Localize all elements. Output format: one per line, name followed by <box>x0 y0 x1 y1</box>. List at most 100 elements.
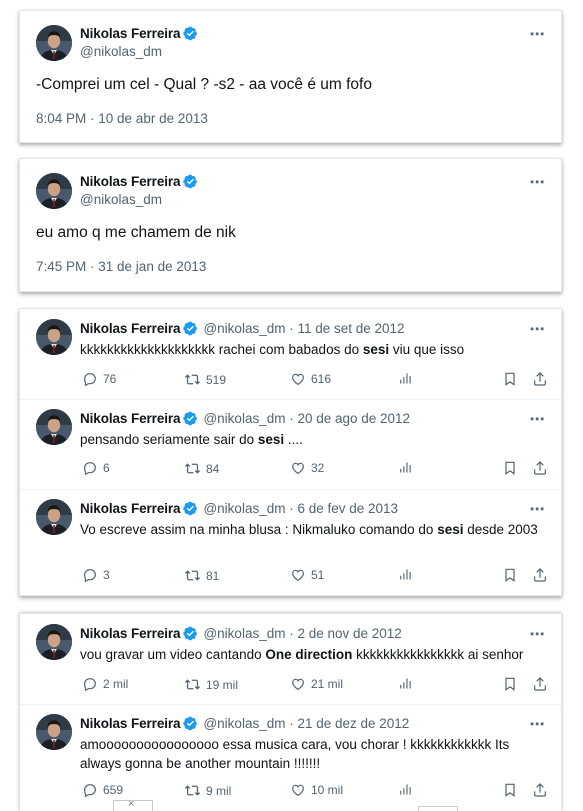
tweet-card[interactable]: Nikolas Ferreira @nikolas_dm ⋯ eu amo q … <box>19 158 562 292</box>
reply-button[interactable]: 76 <box>82 371 116 387</box>
share-icon <box>532 371 548 387</box>
timeline-tweet[interactable]: Nikolas Ferreira @nikolas_dm · 6 de fev … <box>20 489 561 597</box>
timeline-tweet[interactable]: Nikolas Ferreira @nikolas_dm · 2 de nov … <box>20 614 561 704</box>
author-handle[interactable]: @nikolas_dm <box>80 44 162 59</box>
tweet-card[interactable]: Nikolas Ferreira @nikolas_dm ⋯ -Comprei … <box>19 10 562 143</box>
like-count: 32 <box>311 461 325 475</box>
avatar[interactable] <box>36 624 72 660</box>
author-name[interactable]: Nikolas Ferreira <box>80 501 181 516</box>
author-handle[interactable]: @nikolas_dm <box>80 192 162 207</box>
reply-count: 6 <box>103 461 110 475</box>
bookmark-button[interactable] <box>502 782 523 798</box>
author-name[interactable]: Nikolas Ferreira <box>80 716 181 731</box>
share-button[interactable] <box>532 371 553 387</box>
bookmark-button[interactable] <box>502 460 523 476</box>
views-button[interactable] <box>398 567 418 582</box>
like-button[interactable]: 10 mil <box>290 782 343 798</box>
retweet-button[interactable]: 9 mil <box>184 782 231 799</box>
timeline-tweet[interactable]: Nikolas Ferreira @nikolas_dm · 20 de ago… <box>20 399 561 489</box>
bookmark-button[interactable] <box>502 676 523 692</box>
heart-icon <box>290 676 306 692</box>
avatar[interactable] <box>36 319 72 355</box>
tweet-actions: 6 84 32 <box>80 460 550 478</box>
author-name[interactable]: Nikolas Ferreira <box>80 26 181 41</box>
like-count: 51 <box>311 568 325 582</box>
reply-icon <box>82 460 98 476</box>
avatar[interactable] <box>36 409 72 445</box>
author-row: Nikolas Ferreira <box>80 174 198 189</box>
tweet-text: vou gravar um video cantando One directi… <box>80 647 524 662</box>
bookmark-button[interactable] <box>502 567 523 583</box>
avatar[interactable] <box>36 714 72 750</box>
share-button[interactable] <box>532 567 553 583</box>
bookmark-button[interactable] <box>502 371 523 387</box>
views-button[interactable] <box>398 676 418 691</box>
share-button[interactable] <box>532 676 553 692</box>
tweet-actions: 2 mil 19 mil 21 mil <box>80 676 550 694</box>
like-button[interactable]: 21 mil <box>290 676 343 692</box>
like-button[interactable]: 616 <box>290 371 331 387</box>
reply-button[interactable]: 2 mil <box>82 676 128 692</box>
like-button[interactable]: 32 <box>290 460 324 476</box>
views-icon <box>398 567 413 582</box>
tweet-text: pensando seriamente sair do sesi .... <box>80 432 303 447</box>
more-options-icon[interactable]: ⋯ <box>530 625 546 643</box>
more-options-icon[interactable]: ⋯ <box>530 500 546 518</box>
tweet-actions: 3 81 51 <box>80 567 550 585</box>
retweet-button[interactable]: 84 <box>184 460 219 477</box>
more-options-icon[interactable]: ⋯ <box>530 410 546 428</box>
verified-badge-icon <box>183 626 198 641</box>
overlay-tab[interactable] <box>418 806 458 811</box>
share-icon <box>532 676 548 692</box>
reply-button[interactable]: 3 <box>82 567 110 583</box>
views-button[interactable] <box>398 460 418 475</box>
retweet-button[interactable]: 81 <box>184 567 219 584</box>
handle-and-date[interactable]: @nikolas_dm · 21 de dez de 2012 <box>203 716 409 731</box>
timeline-tweet[interactable]: Nikolas Ferreira @nikolas_dm · 21 de dez… <box>20 704 561 811</box>
reply-button[interactable]: 659 <box>82 782 123 798</box>
share-icon <box>532 460 548 476</box>
more-options-icon[interactable]: ⋯ <box>530 173 546 191</box>
avatar[interactable] <box>36 173 72 209</box>
tweet-timestamp[interactable]: 8:04 PM · 10 de abr de 2013 <box>36 111 208 126</box>
handle-and-date[interactable]: @nikolas_dm · 2 de nov de 2012 <box>203 626 401 641</box>
reply-icon <box>82 782 98 798</box>
more-options-icon[interactable]: ⋯ <box>530 25 546 43</box>
retweet-button[interactable]: 19 mil <box>184 676 238 693</box>
share-icon <box>532 567 548 583</box>
tweet-header: Nikolas Ferreira @nikolas_dm · 6 de fev … <box>80 501 398 516</box>
author-name[interactable]: Nikolas Ferreira <box>80 174 181 189</box>
author-name[interactable]: Nikolas Ferreira <box>80 626 181 641</box>
like-count: 21 mil <box>311 677 344 691</box>
avatar[interactable] <box>36 499 72 535</box>
tweet-timestamp[interactable]: 7:45 PM · 31 de jan de 2013 <box>36 259 206 274</box>
reply-count: 659 <box>103 783 124 797</box>
reply-icon <box>82 567 98 583</box>
author-name[interactable]: Nikolas Ferreira <box>80 321 181 336</box>
share-button[interactable] <box>532 782 553 798</box>
retweet-button[interactable]: 519 <box>184 371 226 388</box>
handle-and-date[interactable]: @nikolas_dm · 11 de set de 2012 <box>203 321 404 336</box>
close-icon[interactable]: × <box>128 798 134 810</box>
author-name[interactable]: Nikolas Ferreira <box>80 411 181 426</box>
views-button[interactable] <box>398 371 418 386</box>
share-button[interactable] <box>532 460 553 476</box>
verified-badge-icon <box>183 501 198 516</box>
timeline-card: Nikolas Ferreira @nikolas_dm · 11 de set… <box>19 308 562 596</box>
timeline-tweet[interactable]: Nikolas Ferreira @nikolas_dm · 11 de set… <box>20 309 561 399</box>
tweet-text: eu amo q me chamem de nik <box>36 224 236 241</box>
collapse-tab[interactable]: × <box>113 798 153 811</box>
handle-and-date[interactable]: @nikolas_dm · 20 de ago de 2012 <box>203 411 410 426</box>
avatar[interactable] <box>36 25 72 61</box>
reply-button[interactable]: 6 <box>82 460 110 476</box>
retweet-icon <box>184 371 201 388</box>
like-button[interactable]: 51 <box>290 567 324 583</box>
views-button[interactable] <box>398 782 418 797</box>
handle-and-date[interactable]: @nikolas_dm · 6 de fev de 2013 <box>203 501 398 516</box>
more-options-icon[interactable]: ⋯ <box>530 715 546 733</box>
more-options-icon[interactable]: ⋯ <box>530 320 546 338</box>
tweet-actions: 659 9 mil 10 mil <box>80 782 550 800</box>
bookmark-icon <box>502 371 518 387</box>
verified-badge-icon <box>183 716 198 731</box>
verified-badge-icon <box>183 411 198 426</box>
